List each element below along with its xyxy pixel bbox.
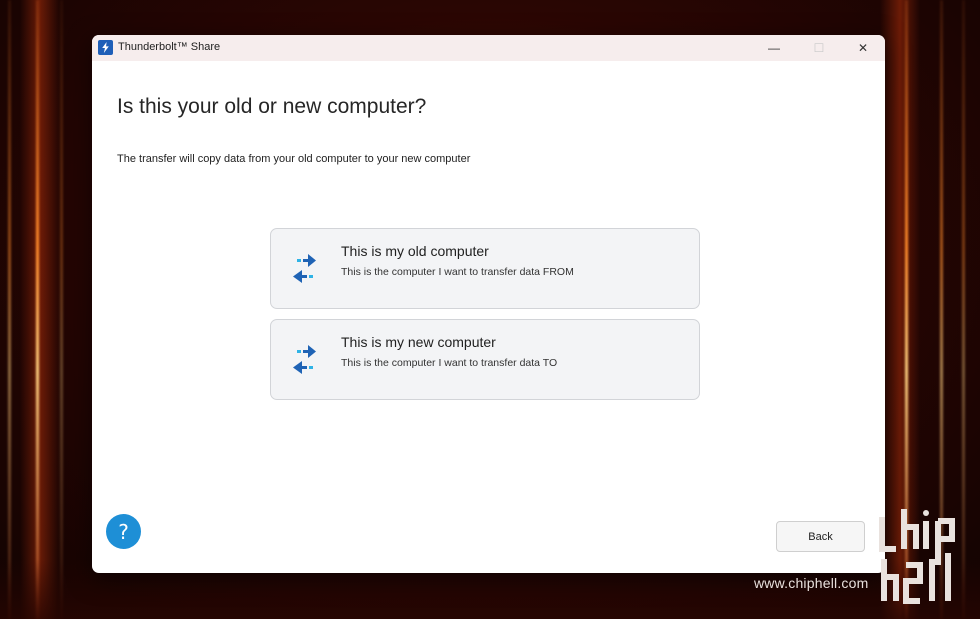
option-description: This is the computer I want to transfer … <box>341 357 558 369</box>
wallpaper-light-streak <box>36 0 39 619</box>
back-button[interactable]: Back <box>776 521 865 552</box>
minimize-button[interactable]: — <box>752 35 796 61</box>
new-computer-option[interactable]: This is my new computer This is the comp… <box>270 319 700 400</box>
thunderbolt-icon <box>98 40 113 55</box>
transfer-arrows-icon <box>293 345 316 374</box>
title-bar[interactable]: Thunderbolt™ Share — ☐ ✕ <box>92 35 885 61</box>
maximize-button[interactable]: ☐ <box>797 35 841 61</box>
window-title: Thunderbolt™ Share <box>118 41 221 53</box>
chiphell-logo-icon <box>879 509 955 604</box>
old-computer-option[interactable]: This is my old computer This is the comp… <box>270 228 700 309</box>
page-title: Is this your old or new computer? <box>117 95 427 118</box>
option-title: This is my old computer <box>341 243 489 259</box>
close-button[interactable]: ✕ <box>841 35 885 61</box>
app-window: Thunderbolt™ Share — ☐ ✕ Is this your ol… <box>92 35 885 573</box>
watermark-url: www.chiphell.com <box>754 575 869 591</box>
option-title: This is my new computer <box>341 334 496 350</box>
page-subtitle: The transfer will copy data from your ol… <box>117 153 471 165</box>
help-button[interactable]: ? <box>106 514 141 549</box>
option-description: This is the computer I want to transfer … <box>341 266 574 278</box>
transfer-arrows-icon <box>293 254 316 283</box>
